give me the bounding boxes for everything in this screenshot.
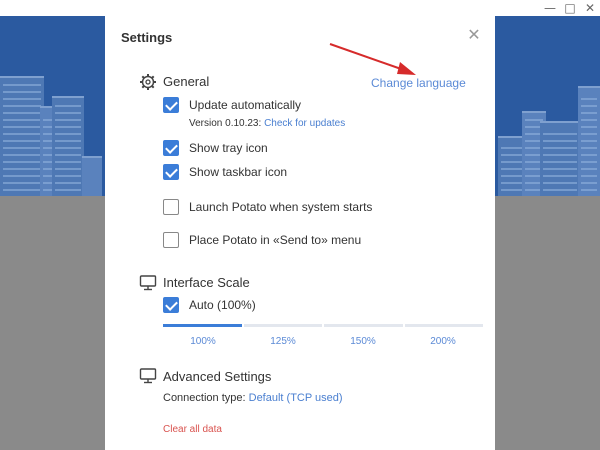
version-text: Version 0.10.23: [189, 118, 262, 129]
scale-option-150[interactable]: 150% [323, 336, 403, 347]
scale-option-200[interactable]: 200% [403, 336, 483, 347]
monitor-icon [139, 368, 157, 384]
scale-option-100[interactable]: 100% [163, 336, 243, 347]
show-tray-icon-checkbox[interactable] [163, 140, 179, 156]
auto-scale-label: Auto (100%) [189, 298, 256, 312]
launch-on-start-option[interactable]: Launch Potato when system starts [163, 198, 372, 216]
section-title-general: General [163, 74, 210, 89]
maximize-icon[interactable]: □ [560, 0, 580, 16]
update-automatically-option[interactable]: Update automatically [163, 96, 301, 114]
auto-scale-option[interactable]: Auto (100%) [163, 296, 256, 314]
show-tray-icon-option[interactable]: Show tray icon [163, 139, 268, 157]
auto-scale-checkbox[interactable] [163, 297, 179, 313]
section-title-advanced: Advanced Settings [163, 369, 272, 384]
show-taskbar-icon-checkbox[interactable] [163, 164, 179, 180]
show-taskbar-icon-label: Show taskbar icon [189, 165, 288, 179]
scale-option-125[interactable]: 125% [243, 336, 323, 347]
send-to-menu-label: Place Potato in «Send to» menu [189, 233, 362, 247]
window-titlebar: — □ ✕ [0, 0, 600, 16]
version-info: Version 0.10.23: Check for updates [189, 118, 345, 129]
send-to-menu-option[interactable]: Place Potato in «Send to» menu [163, 231, 361, 249]
show-taskbar-icon-option[interactable]: Show taskbar icon [163, 163, 287, 181]
settings-dialog: Settings ✕ General Change language Updat… [105, 16, 495, 450]
update-automatically-label: Update automatically [189, 98, 302, 112]
check-updates-link[interactable]: Check for updates [264, 118, 345, 129]
scale-segment[interactable] [324, 324, 403, 327]
change-language-link[interactable]: Change language [371, 76, 466, 90]
scale-options: 100% 125% 150% 200% [163, 336, 483, 347]
connection-type-row: Connection type: Default (TCP used) [163, 392, 343, 404]
monitor-icon [139, 275, 157, 291]
send-to-menu-checkbox[interactable] [163, 232, 179, 248]
scale-segment[interactable] [163, 324, 242, 327]
scale-slider-track[interactable] [163, 324, 483, 327]
scale-segment[interactable] [404, 324, 483, 327]
dialog-title: Settings [121, 30, 173, 45]
update-automatically-checkbox[interactable] [163, 97, 179, 113]
window-close-icon[interactable]: ✕ [580, 0, 600, 16]
gear-icon [140, 74, 156, 90]
launch-on-start-checkbox[interactable] [163, 199, 179, 215]
connection-type-label: Connection type: [163, 392, 246, 404]
launch-on-start-label: Launch Potato when system starts [189, 200, 373, 214]
show-tray-icon-label: Show tray icon [189, 141, 268, 155]
minimize-icon[interactable]: — [540, 0, 560, 16]
section-title-interface-scale: Interface Scale [163, 275, 250, 290]
connection-type-link[interactable]: Default (TCP used) [249, 392, 343, 404]
dialog-close-icon[interactable]: ✕ [465, 26, 483, 44]
scale-segment[interactable] [243, 324, 322, 327]
clear-all-data-link[interactable]: Clear all data [163, 424, 222, 435]
